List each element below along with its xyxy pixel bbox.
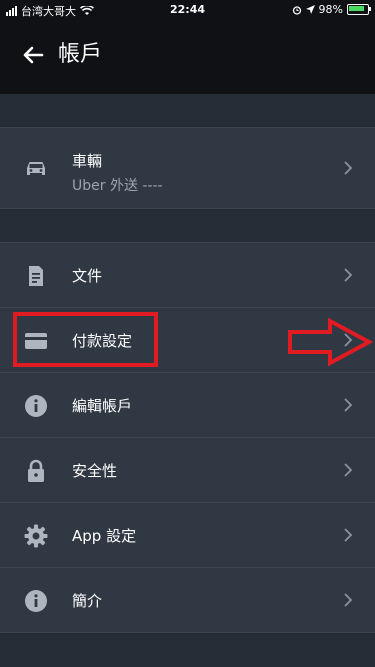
chevron-right-icon — [344, 463, 353, 477]
battery-percent: 98% — [318, 3, 343, 16]
vehicle-row[interactable]: 車輛 Uber 外送 ---- — [0, 128, 375, 208]
info-icon — [25, 590, 47, 612]
vehicle-subtitle: Uber 外送 ---- — [72, 178, 163, 194]
chevron-right-icon — [344, 161, 353, 175]
status-right: 98% — [292, 3, 371, 16]
alarm-icon — [292, 5, 301, 15]
menu-item-label: 文件 — [72, 267, 103, 285]
nav-bar: 帳戶 — [0, 20, 375, 94]
document-icon — [29, 266, 43, 286]
menu-item-label: 簡介 — [72, 592, 103, 610]
arrow-right-icon — [288, 317, 374, 367]
menu-item-edit-account[interactable]: 編輯帳戶 — [0, 373, 375, 438]
menu-item-app-settings[interactable]: App 設定 — [0, 503, 375, 568]
lock-icon — [28, 459, 44, 482]
car-icon — [27, 162, 45, 175]
status-bar: 台湾大哥大 22:44 98% — [0, 0, 375, 20]
vehicle-label: 車輛 — [72, 152, 103, 170]
vehicle-section: 車輛 Uber 外送 ---- — [0, 127, 375, 209]
back-arrow-icon[interactable] — [18, 40, 48, 70]
menu-item-label: 安全性 — [72, 462, 118, 480]
gear-icon — [24, 524, 48, 548]
menu-item-label: App 設定 — [72, 527, 137, 545]
info-icon — [25, 395, 47, 417]
account-menu: 文件 付款設定 編輯帳戶 安全性 App 設定 簡介 — [0, 242, 375, 633]
menu-item-security[interactable]: 安全性 — [0, 438, 375, 503]
location-icon — [305, 4, 315, 14]
chevron-right-icon — [344, 268, 353, 282]
chevron-right-icon — [344, 593, 353, 607]
menu-item-about[interactable]: 簡介 — [0, 568, 375, 632]
page-title: 帳戶 — [58, 42, 103, 67]
menu-item-documents[interactable]: 文件 — [0, 243, 375, 308]
menu-item-label: 編輯帳戶 — [72, 397, 133, 415]
chevron-right-icon — [344, 528, 353, 542]
battery-icon — [347, 4, 371, 15]
chevron-right-icon — [344, 398, 353, 412]
highlight-box — [13, 312, 158, 367]
